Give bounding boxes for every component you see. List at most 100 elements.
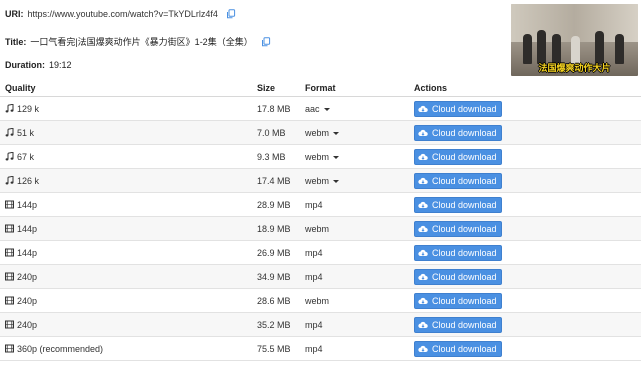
quality-cell: 67 k bbox=[0, 144, 252, 169]
format-cell[interactable]: aac bbox=[300, 96, 409, 121]
format-value: mp4 bbox=[305, 199, 323, 210]
format-cell: mp4 bbox=[300, 240, 409, 265]
film-icon bbox=[5, 224, 14, 233]
quality-cell: 126 k bbox=[0, 168, 252, 193]
uri-text[interactable]: https://www.youtube.com/watch?v=TkYDLrlz… bbox=[28, 9, 218, 19]
cloud-download-button[interactable]: Cloud download bbox=[414, 172, 502, 189]
quality-value: 360p (recommended) bbox=[17, 343, 104, 354]
format-cell: mp4 bbox=[300, 336, 409, 361]
format-cell: webm bbox=[300, 216, 409, 241]
thumbnail-caption: 法国爆爽动作大片 bbox=[538, 63, 611, 73]
format-value: mp4 bbox=[305, 271, 323, 282]
cloud-download-label: Cloud download bbox=[432, 103, 497, 114]
format-value: webm bbox=[305, 127, 330, 138]
cloud-download-icon bbox=[418, 321, 428, 329]
film-icon bbox=[5, 248, 14, 257]
format-value: aac bbox=[305, 103, 320, 114]
caret-down-icon[interactable] bbox=[333, 131, 340, 135]
table-row: 129 k 17.8 MB aac Cloud download bbox=[0, 96, 641, 121]
cloud-download-button[interactable]: Cloud download bbox=[414, 100, 502, 117]
formats-table: Quality Size Format Actions 129 k 17.8 MB… bbox=[0, 80, 641, 361]
cloud-download-icon bbox=[418, 105, 428, 113]
cloud-download-button[interactable]: Cloud download bbox=[414, 340, 502, 357]
cloud-download-button[interactable]: Cloud download bbox=[414, 124, 502, 141]
quality-cell: 144p bbox=[0, 240, 252, 265]
cloud-download-label: Cloud download bbox=[432, 247, 497, 258]
music-note-icon bbox=[5, 151, 14, 161]
size-cell: 28.6 MB bbox=[252, 288, 300, 313]
music-note-icon bbox=[5, 127, 14, 137]
cloud-download-label: Cloud download bbox=[432, 295, 497, 306]
cloud-download-label: Cloud download bbox=[432, 271, 497, 282]
cloud-download-label: Cloud download bbox=[432, 175, 497, 186]
duration-value: 19:12 bbox=[49, 60, 72, 70]
caret-down-icon[interactable] bbox=[323, 107, 330, 111]
actions-cell: Cloud download bbox=[409, 96, 641, 121]
format-cell: mp4 bbox=[300, 192, 409, 217]
cloud-download-button[interactable]: Cloud download bbox=[414, 244, 502, 261]
cloud-download-button[interactable]: Cloud download bbox=[414, 220, 502, 237]
cloud-download-icon bbox=[418, 249, 428, 257]
quality-value: 51 k bbox=[17, 127, 35, 138]
format-value: mp4 bbox=[305, 319, 323, 330]
size-cell: 75.5 MB bbox=[252, 336, 300, 361]
actions-cell: Cloud download bbox=[409, 144, 641, 169]
table-row: 51 k 7.0 MB webm Cloud download bbox=[0, 120, 641, 145]
cloud-download-button[interactable]: Cloud download bbox=[414, 148, 502, 165]
cloud-download-icon bbox=[418, 177, 428, 185]
size-cell: 17.8 MB bbox=[252, 96, 300, 121]
header-quality: Quality bbox=[0, 80, 252, 97]
quality-cell: 129 k bbox=[0, 96, 252, 121]
copy-icon[interactable] bbox=[261, 36, 271, 47]
duration-line: Duration: 19:12 bbox=[5, 60, 72, 70]
film-icon bbox=[5, 272, 14, 281]
cloud-download-label: Cloud download bbox=[432, 223, 497, 234]
format-value: webm bbox=[305, 175, 330, 186]
cloud-download-icon bbox=[418, 273, 428, 281]
table-row: 240p 28.6 MB webm Cloud download bbox=[0, 288, 641, 313]
video-thumbnail: 法国爆爽动作大片 bbox=[511, 4, 638, 76]
cloud-download-icon bbox=[418, 345, 428, 353]
format-cell[interactable]: webm bbox=[300, 120, 409, 145]
quality-value: 240p bbox=[17, 271, 38, 282]
cloud-download-button[interactable]: Cloud download bbox=[414, 268, 502, 285]
header-size: Size bbox=[252, 80, 300, 97]
table-row: 126 k 17.4 MB webm Cloud download bbox=[0, 168, 641, 193]
format-value: webm bbox=[305, 151, 330, 162]
size-cell: 28.9 MB bbox=[252, 192, 300, 217]
cloud-download-label: Cloud download bbox=[432, 343, 497, 354]
actions-cell: Cloud download bbox=[409, 120, 641, 145]
table-row: 144p 26.9 MB mp4 Cloud download bbox=[0, 240, 641, 265]
cloud-download-button[interactable]: Cloud download bbox=[414, 292, 502, 309]
size-cell: 26.9 MB bbox=[252, 240, 300, 265]
format-cell[interactable]: webm bbox=[300, 144, 409, 169]
music-note-icon bbox=[5, 103, 14, 113]
uri-line: URI: https://www.youtube.com/watch?v=TkY… bbox=[5, 9, 236, 19]
table-row: 67 k 9.3 MB webm Cloud download bbox=[0, 144, 641, 169]
cloud-download-button[interactable]: Cloud download bbox=[414, 196, 502, 213]
actions-cell: Cloud download bbox=[409, 264, 641, 289]
quality-cell: 360p (recommended) bbox=[0, 336, 252, 361]
quality-cell: 240p bbox=[0, 288, 252, 313]
copy-icon[interactable] bbox=[226, 9, 236, 19]
actions-cell: Cloud download bbox=[409, 216, 641, 241]
table-header-row: Quality Size Format Actions bbox=[0, 80, 641, 97]
cloud-download-label: Cloud download bbox=[432, 151, 497, 162]
quality-cell: 51 k bbox=[0, 120, 252, 145]
size-cell: 9.3 MB bbox=[252, 144, 300, 169]
format-cell: webm bbox=[300, 288, 409, 313]
caret-down-icon[interactable] bbox=[333, 155, 340, 159]
quality-value: 240p bbox=[17, 319, 38, 330]
actions-cell: Cloud download bbox=[409, 336, 641, 361]
quality-value: 126 k bbox=[17, 175, 40, 186]
format-cell[interactable]: webm bbox=[300, 168, 409, 193]
quality-cell: 240p bbox=[0, 264, 252, 289]
title-line: Title: 一口气看完|法国爆爽动作片《暴力街区》1-2集（全集） bbox=[5, 35, 271, 48]
table-row: 144p 28.9 MB mp4 Cloud download bbox=[0, 192, 641, 217]
table-row: 240p 34.9 MB mp4 Cloud download bbox=[0, 264, 641, 289]
cloud-download-button[interactable]: Cloud download bbox=[414, 316, 502, 333]
music-note-icon bbox=[5, 175, 14, 185]
cloud-download-icon bbox=[418, 297, 428, 305]
caret-down-icon[interactable] bbox=[333, 179, 340, 183]
duration-label: Duration: bbox=[5, 60, 45, 70]
